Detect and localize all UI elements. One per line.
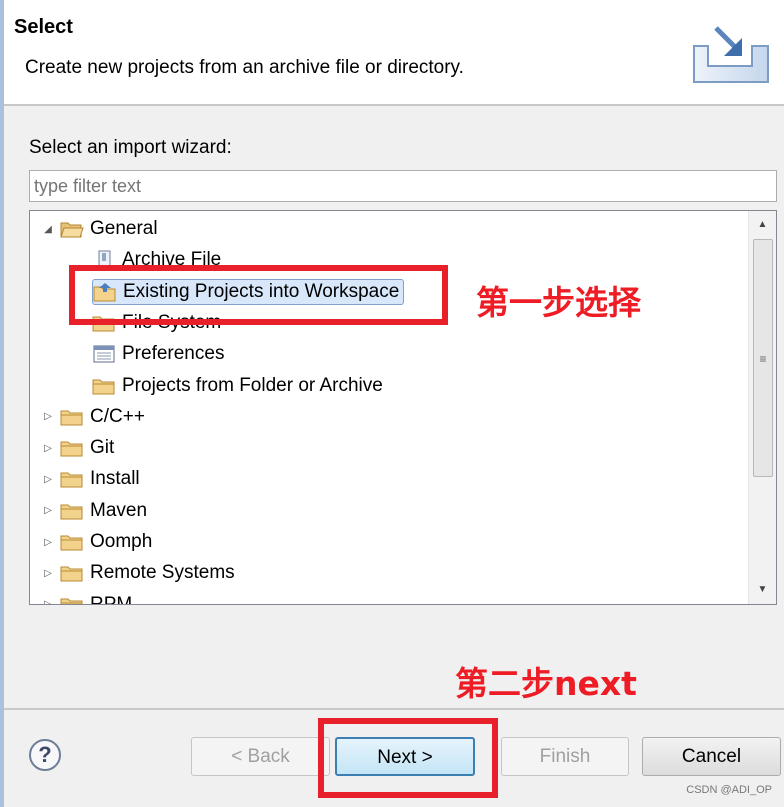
tree-item[interactable]: Preferences xyxy=(92,341,224,367)
watermark: CSDN @ADI_OP xyxy=(686,784,772,796)
page-description: Create new projects from an archive file… xyxy=(25,57,464,78)
folder-icon xyxy=(60,532,84,552)
folder-icon xyxy=(60,595,84,604)
scrollbar-thumb[interactable]: ≡ xyxy=(753,239,773,477)
collapsed-arrow-icon[interactable]: ▷ xyxy=(42,443,54,454)
collapsed-arrow-icon[interactable]: ▷ xyxy=(42,411,54,422)
button-bar-divider xyxy=(4,708,784,710)
folder-icon xyxy=(60,563,84,583)
expanded-arrow-icon[interactable]: ◢ xyxy=(42,224,54,235)
tree-item[interactable]: ◢ General xyxy=(42,216,158,242)
tree-item[interactable]: ▷ Oomph xyxy=(42,529,152,555)
annotation-step1: 第一步选择 xyxy=(476,283,641,322)
folder-icon xyxy=(92,376,116,396)
tree-item[interactable]: ▷ Remote Systems xyxy=(42,560,235,586)
preferences-icon xyxy=(92,344,116,364)
folder-icon xyxy=(60,501,84,521)
highlight-box-next xyxy=(318,718,498,798)
collapsed-arrow-icon[interactable]: ▷ xyxy=(42,505,54,516)
cancel-button[interactable]: Cancel xyxy=(642,737,781,776)
finish-button[interactable]: Finish xyxy=(501,737,629,776)
scroll-down-arrow-icon[interactable]: ▼ xyxy=(749,578,776,602)
tree-scrollbar[interactable]: ▲ ≡ ▼ xyxy=(748,211,776,604)
tree-item-label: Git xyxy=(90,437,115,459)
folder-icon xyxy=(60,469,84,489)
collapsed-arrow-icon[interactable]: ▷ xyxy=(42,537,54,548)
tree-item-label: C/C++ xyxy=(90,405,145,427)
import-wizard-banner-icon xyxy=(693,26,769,83)
tree-item-label: Maven xyxy=(90,499,148,521)
wizard-label: Select an import wizard: xyxy=(29,137,232,158)
folder-icon xyxy=(60,438,84,458)
scroll-up-arrow-icon[interactable]: ▲ xyxy=(749,213,776,237)
tree-item-label: General xyxy=(90,218,158,239)
tree-item[interactable]: ▷ RPM xyxy=(42,592,133,605)
tree-item-label: Projects from Folder or Archive xyxy=(122,374,383,396)
tree-item-label: Remote Systems xyxy=(90,562,235,584)
tree-item[interactable]: ▷ Install xyxy=(42,466,140,492)
folder-open-icon xyxy=(60,219,84,239)
tree-item[interactable]: Projects from Folder or Archive xyxy=(92,373,383,399)
window-edge xyxy=(0,0,4,807)
back-button[interactable]: < Back xyxy=(191,737,330,776)
tree-item-label: RPM xyxy=(90,593,133,605)
wizard-header: Select Create new projects from an archi… xyxy=(4,0,784,106)
folder-icon xyxy=(60,407,84,427)
help-icon[interactable]: ? xyxy=(29,739,61,771)
tree-item-label: Install xyxy=(90,468,140,490)
collapsed-arrow-icon[interactable]: ▷ xyxy=(42,599,54,604)
tree-item[interactable]: ▷ Git xyxy=(42,435,114,461)
annotation-step2: 第二步next xyxy=(455,664,637,703)
tree-item-label: Preferences xyxy=(122,343,225,365)
collapsed-arrow-icon[interactable]: ▷ xyxy=(42,568,54,579)
collapsed-arrow-icon[interactable]: ▷ xyxy=(42,474,54,485)
tree-item[interactable]: ▷ Maven xyxy=(42,498,147,524)
tree-item-label: Oomph xyxy=(90,531,153,552)
tree-item[interactable]: ▷ C/C++ xyxy=(42,404,145,430)
filter-input[interactable] xyxy=(29,170,777,202)
page-title: Select xyxy=(14,16,73,38)
highlight-box-existing-projects xyxy=(69,265,448,325)
